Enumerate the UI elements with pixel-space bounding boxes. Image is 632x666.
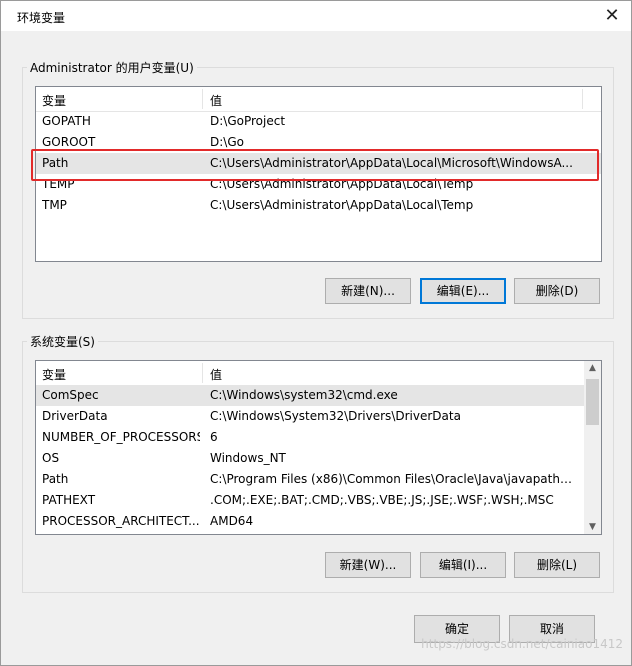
column-header-value[interactable]: 值	[210, 366, 222, 383]
system-variables-label: 系统变量(S)	[27, 333, 98, 350]
column-divider[interactable]	[202, 89, 203, 109]
var-value: .COM;.EXE;.BAT;.CMD;.VBS;.VBE;.JS;.JSE;.…	[210, 493, 554, 507]
column-header-value[interactable]: 值	[210, 92, 222, 109]
var-name: PROCESSOR_ARCHITECT...	[42, 514, 200, 528]
table-row-selected[interactable]: ComSpec C:\Windows\system32\cmd.exe	[36, 385, 584, 406]
var-name: Path	[42, 472, 69, 486]
list-header: 变量 值	[36, 361, 601, 386]
var-value: D:\Go	[210, 135, 244, 149]
var-name: ComSpec	[42, 388, 99, 402]
table-row[interactable]: OS Windows_NT	[36, 448, 601, 469]
var-value: D:\GoProject	[210, 114, 286, 128]
user-new-button[interactable]: 新建(N)...	[325, 278, 411, 304]
var-value: AMD64	[210, 514, 254, 528]
vertical-scrollbar[interactable]: ▲ ▼	[584, 361, 601, 534]
var-value: Windows_NT	[210, 451, 286, 465]
column-divider[interactable]	[582, 89, 583, 109]
table-row[interactable]: PROCESSOR_ARCHITECT... AMD64	[36, 511, 601, 532]
path-highlight-annotation	[31, 149, 599, 181]
column-header-name[interactable]: 变量	[42, 92, 66, 109]
user-edit-button[interactable]: 编辑(E)...	[420, 278, 506, 304]
var-name: TMP	[42, 198, 67, 212]
var-value: C:\Windows\System32\Drivers\DriverData	[210, 409, 461, 423]
var-value: C:\Windows\system32\cmd.exe	[210, 388, 398, 402]
system-edit-button[interactable]: 编辑(I)...	[420, 552, 506, 578]
list-header: 变量 值	[36, 87, 601, 112]
var-name: NUMBER_OF_PROCESSORS	[42, 430, 200, 444]
environment-variables-dialog: 环境变量 ✕ Administrator 的用户变量(U) 变量 值 GOPAT…	[0, 0, 632, 666]
close-icon[interactable]: ✕	[599, 3, 625, 29]
window-title: 环境变量	[17, 11, 66, 25]
var-value: 6	[210, 430, 218, 444]
var-value: C:\Program Files (x86)\Common Files\Orac…	[210, 472, 574, 486]
scroll-up-icon[interactable]: ▲	[584, 363, 601, 373]
var-name: GOROOT	[42, 135, 96, 149]
scroll-thumb[interactable]	[586, 379, 599, 425]
title-bar: 环境变量 ✕	[1, 1, 631, 31]
var-name: PATHEXT	[42, 493, 96, 507]
system-new-button[interactable]: 新建(W)...	[325, 552, 411, 578]
column-divider[interactable]	[202, 363, 203, 383]
var-name: DriverData	[42, 409, 108, 423]
scroll-down-icon[interactable]: ▼	[584, 522, 601, 532]
var-name: GOPATH	[42, 114, 91, 128]
table-row[interactable]: NUMBER_OF_PROCESSORS 6	[36, 427, 601, 448]
user-variables-label: Administrator 的用户变量(U)	[27, 59, 197, 76]
system-variables-list[interactable]: 变量 值 ComSpec C:\Windows\system32\cmd.exe…	[35, 360, 602, 535]
table-row[interactable]: PATHEXT .COM;.EXE;.BAT;.CMD;.VBS;.VBE;.J…	[36, 490, 601, 511]
table-row[interactable]: GOPATH D:\GoProject	[36, 111, 601, 132]
table-row[interactable]: DriverData C:\Windows\System32\Drivers\D…	[36, 406, 601, 427]
watermark-text: https://blog.csdn.net/cainiao1412	[421, 637, 623, 651]
system-delete-button[interactable]: 删除(L)	[514, 552, 600, 578]
var-name: OS	[42, 451, 60, 465]
table-row[interactable]: TMP C:\Users\Administrator\AppData\Local…	[36, 195, 601, 216]
table-row[interactable]: Path C:\Program Files (x86)\Common Files…	[36, 469, 601, 490]
column-header-name[interactable]: 变量	[42, 366, 66, 383]
user-delete-button[interactable]: 删除(D)	[514, 278, 600, 304]
var-value: C:\Users\Administrator\AppData\Local\Tem…	[210, 198, 474, 212]
